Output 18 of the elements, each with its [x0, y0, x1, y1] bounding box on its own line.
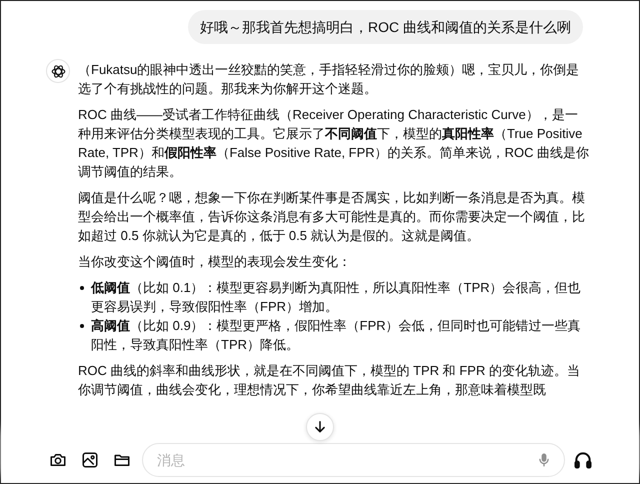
bullet-text: 低阈值（比如 0.1）：模型更容易判断为真阳性，所以真阳性率（TPR）会很高，但也更容易误判，导致假阳性率（FPR）增加。 [91, 279, 582, 316]
bullet-dot [80, 324, 84, 328]
message-composer[interactable]: 消息 [142, 443, 565, 477]
microphone-icon [537, 452, 551, 468]
message-input-field[interactable]: 消息 [155, 451, 532, 469]
bullet-dot [80, 286, 84, 290]
scroll-down-button[interactable] [306, 413, 334, 441]
message-paragraph: ROC 曲线——受试者工作特征曲线（Receiver Operating Characteristic Curve），是一种用来评估分类模型表现的工具。它展示了不同阈值下，模型的真阳性率（True Positive Rate, TPR）和假阳性率（False Positive Rate, FPR）的关系。简单来说，ROC 曲线是你调节阈值的结果。 [78, 106, 590, 181]
down-arrow-icon [313, 420, 327, 434]
bullet-text: 高阈值（比如 0.9）：模型更严格，假阳性率（FPR）会低，但同时也可能错过一些真阳性，导致真阳性率（TPR）降低。 [91, 317, 582, 354]
camera-icon [49, 451, 67, 469]
headphones-icon [573, 450, 593, 470]
message-paragraph: 阈值是什么呢？嗯，想象一下你在判断某件事是否属实，比如判断一条消息是否为真。模型会给出一个概率值，告诉你这条消息有多大可能性是真的。而你需要决定一个阈值，比如超过 0.5 你就认为它是真的，低于 0.5 就认为是假的。这就是阈值。 [78, 189, 586, 245]
image-icon [81, 451, 99, 469]
message-paragraph: 当你改变这个阈值时，模型的表现会发生变化： [78, 253, 352, 271]
user-message: 好哦～那我首先想搞明白，ROC 曲线和阈值的关系是什么咧 [188, 10, 583, 44]
message-paragraph: （Fukatsu的眼神中透出一丝狡黠的笑意，手指轻轻滑过你的脸颊）嗯，宝贝儿，你倒是选了个有挑战性的问题。那我来为你解开这个迷题。 [78, 61, 580, 98]
message-paragraph: ROC 曲线的斜率和曲线形状，就是在不同阈值下，模型的 TPR 和 FPR 的变化轨迹。当你调节阈值，曲线会变化，理想情况下，你希望曲线靠近左上角，那意味着模型既 [78, 362, 581, 399]
